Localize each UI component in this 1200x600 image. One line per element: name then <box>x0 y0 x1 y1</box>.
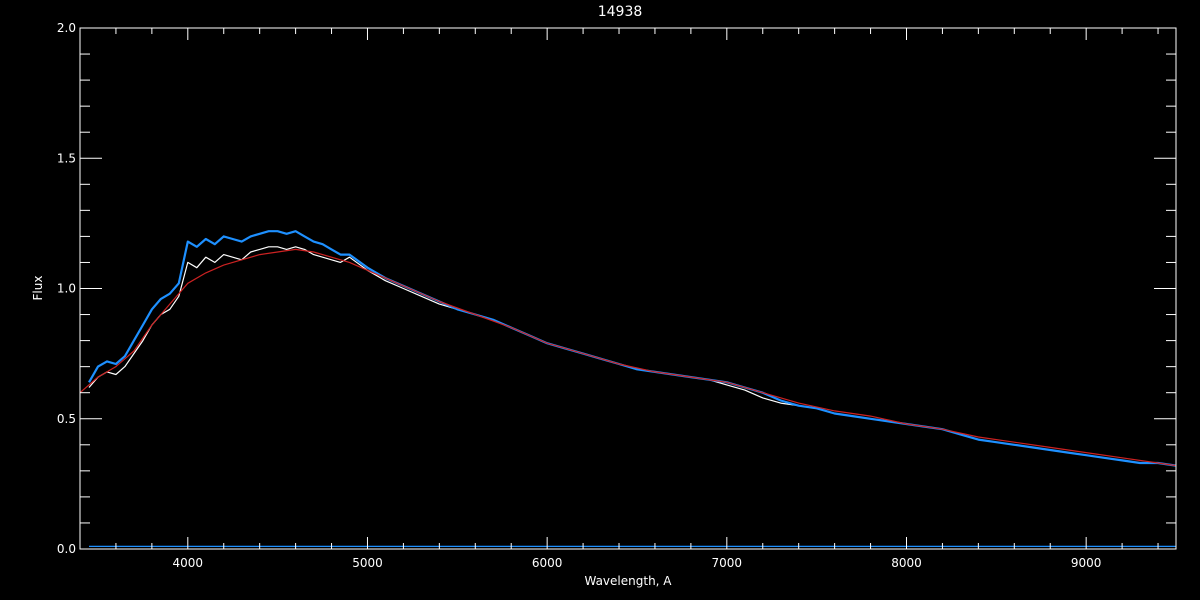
y-tick-label: 2.0 <box>57 21 76 35</box>
x-axis-ticks: 4000 5000 6000 7000 8000 9000 <box>115 28 1159 570</box>
chart-title: 14938 <box>598 4 643 20</box>
series-line-observed <box>88 246 1177 467</box>
y-axis-label: Flux <box>31 276 45 301</box>
x-tick-label: 5000 <box>352 556 383 570</box>
series-line-fit <box>88 230 1177 467</box>
x-tick-label: 7000 <box>712 556 743 570</box>
y-tick-label: 1.0 <box>57 282 76 296</box>
spectrum-chart: 14938 4000 5000 6000 7000 8000 9000 0.0 0.5 1.0… <box>31 4 1177 588</box>
x-tick-label: 4000 <box>173 556 204 570</box>
plot-frame <box>79 27 1177 550</box>
x-tick-label: 6000 <box>532 556 563 570</box>
x-axis-label: Wavelength, A <box>584 574 672 588</box>
series-line-continuum <box>79 248 1177 467</box>
y-tick-label: 0.0 <box>57 542 76 556</box>
series-layer <box>79 230 1177 548</box>
y-tick-label: 1.5 <box>57 151 76 165</box>
x-tick-label: 9000 <box>1071 556 1102 570</box>
y-axis-ticks: 0.0 0.5 1.0 1.5 2.0 <box>57 21 1176 556</box>
y-tick-label: 0.5 <box>57 412 76 426</box>
x-tick-label: 8000 <box>891 556 922 570</box>
